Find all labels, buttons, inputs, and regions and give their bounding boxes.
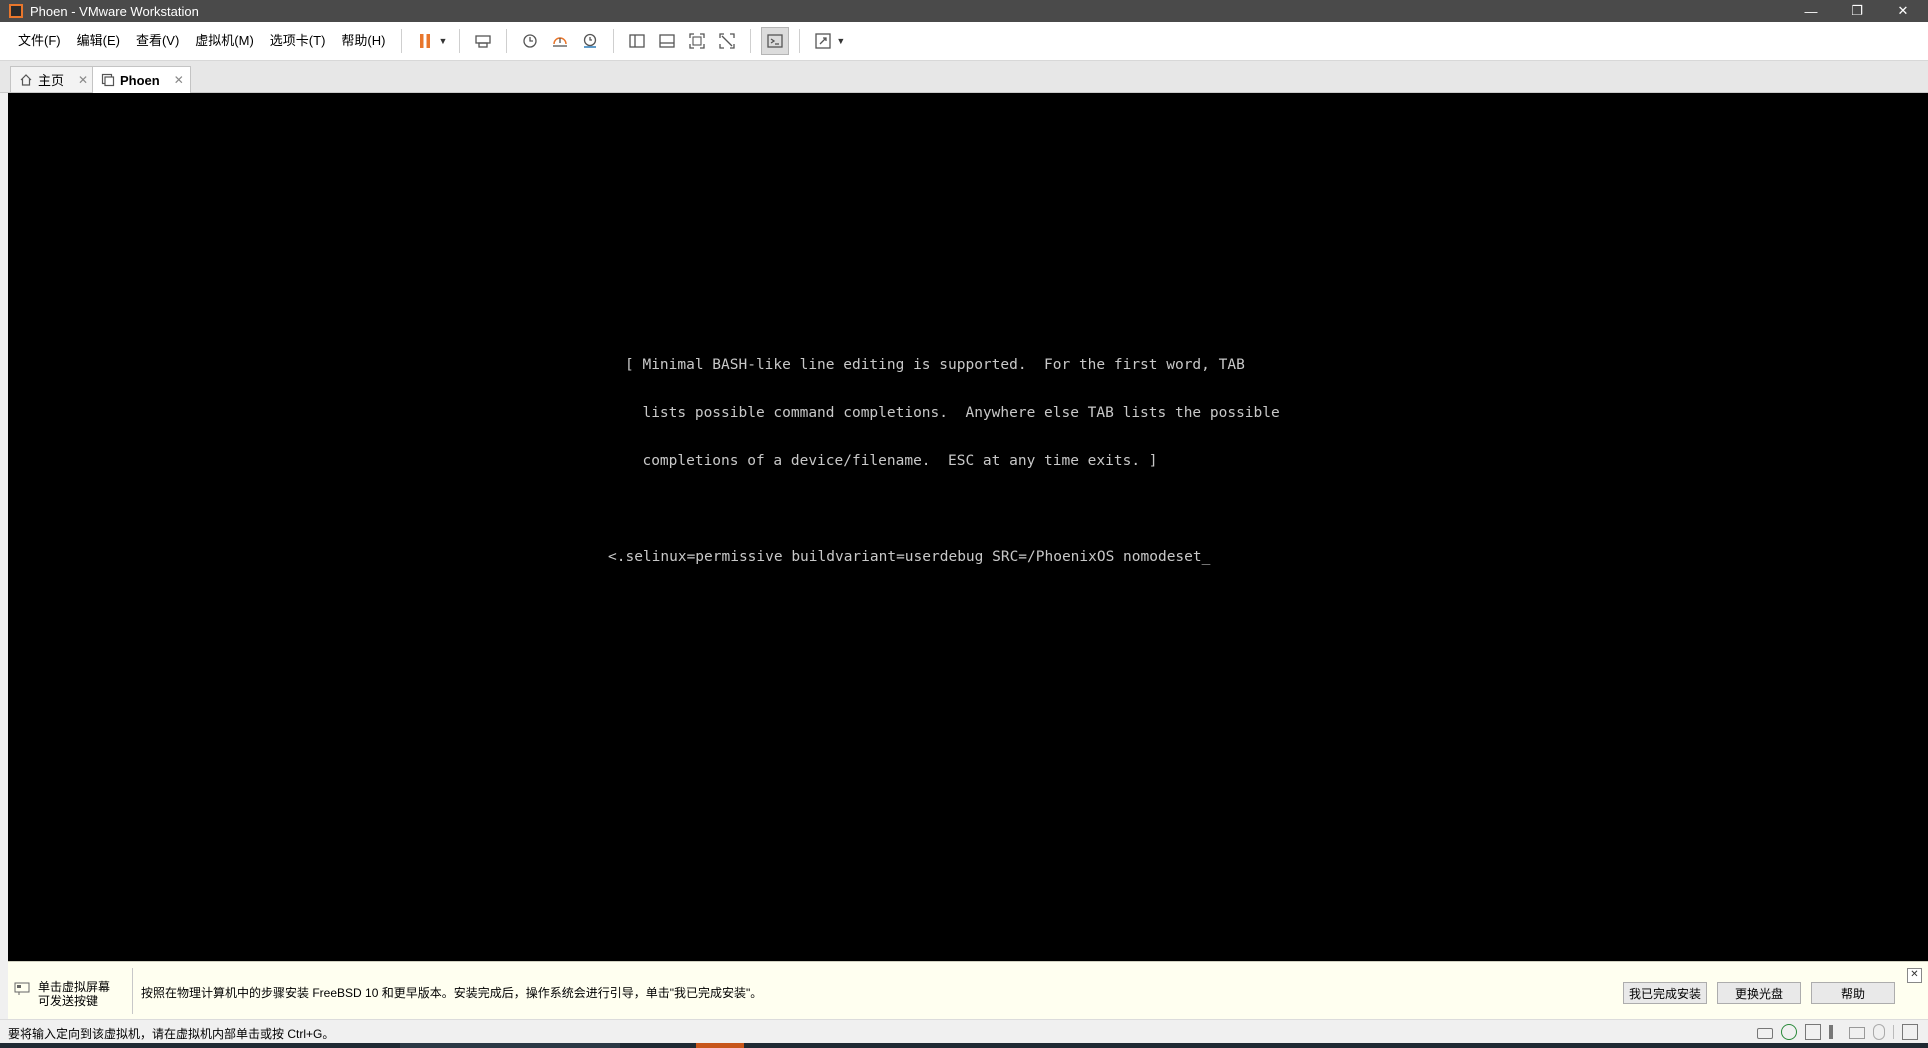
send-keys-icon	[475, 35, 492, 48]
hint-text-line1: 单击虚拟屏幕	[38, 980, 111, 994]
sound-icon[interactable]	[1829, 1025, 1841, 1039]
cd-dvd-icon[interactable]	[1781, 1024, 1797, 1040]
console-view-button[interactable]	[761, 27, 790, 55]
title-bar: Phoen - VMware Workstation — ❐ ✕	[0, 0, 1928, 22]
vmware-logo-icon	[9, 4, 23, 18]
taskbar-edge	[0, 1043, 1928, 1048]
menu-file[interactable]: 文件(F)	[10, 22, 69, 60]
usb-icon[interactable]	[1873, 1024, 1885, 1040]
message-log-icon[interactable]	[1902, 1024, 1918, 1040]
stretch-guest-button[interactable]	[810, 28, 836, 54]
toolbar-separator	[799, 29, 801, 53]
status-message: 要将输入定向到该虚拟机，请在虚拟机内部单击或按 Ctrl+G。	[8, 1027, 335, 1041]
menu-view[interactable]: 查看(V)	[128, 22, 187, 60]
tab-strip: 主页 ✕ Phoen ✕	[0, 61, 1928, 93]
toolbar-separator	[401, 29, 403, 53]
click-to-send-keys-hint[interactable]: 单击虚拟屏幕 可发送按键	[14, 980, 110, 1008]
status-bar: 要将输入定向到该虚拟机，请在虚拟机内部单击或按 Ctrl+G。	[0, 1019, 1928, 1044]
send-ctrl-alt-del-button[interactable]	[470, 28, 496, 54]
change-disc-button[interactable]: 更换光盘	[1717, 982, 1801, 1004]
menu-vm[interactable]: 虚拟机(M)	[187, 22, 262, 60]
toolbar-separator	[506, 29, 508, 53]
restore-button[interactable]: ❐	[1834, 0, 1880, 22]
console-command-line: <.selinux=permissive buildvariant=userde…	[608, 549, 1211, 565]
taskbar-item	[400, 1043, 620, 1048]
printer-icon[interactable]	[1849, 1027, 1865, 1039]
fullscreen-icon	[689, 33, 706, 49]
snapshot-icon	[523, 34, 538, 48]
vm-icon	[101, 73, 115, 87]
window-title: Phoen - VMware Workstation	[30, 3, 199, 19]
tab-home[interactable]: 主页 ✕	[10, 66, 96, 92]
menu-help[interactable]: 帮助(H)	[333, 22, 393, 60]
thumbnail-icon	[659, 34, 676, 48]
tab-label: 主页	[38, 73, 65, 88]
network-icon[interactable]	[1805, 1024, 1821, 1040]
hint-text-line2: 可发送按键	[38, 994, 99, 1008]
finished-install-button[interactable]: 我已完成安装	[1623, 982, 1707, 1004]
tab-phoen[interactable]: Phoen ✕	[92, 66, 191, 93]
grub-console: [ Minimal BASH-like line editing is supp…	[608, 325, 1280, 597]
hint-divider	[132, 968, 133, 1014]
help-button[interactable]: 帮助	[1811, 982, 1895, 1004]
unity-button[interactable]	[714, 28, 740, 54]
full-screen-button[interactable]	[684, 28, 710, 54]
keyboard-screen-icon	[14, 982, 30, 995]
taskbar-active-item	[696, 1043, 744, 1048]
snapshot-manager-icon	[584, 33, 597, 48]
install-instructions: 按照在物理计算机中的步骤安装 FreeBSD 10 和更早版本。安装完成后，操作…	[141, 986, 763, 1000]
console-line: [ Minimal BASH-like line editing is supp…	[625, 357, 1245, 373]
menu-edit[interactable]: 编辑(E)	[69, 22, 128, 60]
snapshot-manager-button[interactable]	[577, 28, 603, 54]
console-line: completions of a device/filename. ESC at…	[625, 453, 1158, 469]
sidebar-icon	[629, 34, 646, 48]
unity-icon	[719, 33, 736, 49]
show-thumbnail-button[interactable]	[654, 28, 680, 54]
hard-disk-icon[interactable]	[1757, 1027, 1773, 1039]
separator	[1893, 1025, 1894, 1039]
chevron-down-icon[interactable]: ▼	[836, 36, 845, 46]
close-tab-icon[interactable]: ✕	[78, 73, 88, 87]
revert-snapshot-button[interactable]	[547, 28, 573, 54]
toolbar-separator	[613, 29, 615, 53]
toolbar-separator	[459, 29, 461, 53]
pause-icon	[420, 34, 431, 48]
home-icon	[20, 73, 32, 86]
pause-button[interactable]	[412, 28, 438, 54]
close-button[interactable]: ✕	[1880, 0, 1926, 22]
toolbar-separator	[750, 29, 752, 53]
take-snapshot-button[interactable]	[517, 28, 543, 54]
vm-screen[interactable]: [ Minimal BASH-like line editing is supp…	[8, 93, 1928, 961]
menu-tabs[interactable]: 选项卡(T)	[262, 22, 334, 60]
close-tab-icon[interactable]: ✕	[174, 73, 184, 87]
console-view-icon	[767, 34, 784, 48]
device-icons	[1749, 1024, 1918, 1040]
menu-toolbar: 文件(F) 编辑(E) 查看(V) 虚拟机(M) 选项卡(T) 帮助(H) ▼ …	[0, 22, 1928, 61]
install-hint-bar: 单击虚拟屏幕 可发送按键 按照在物理计算机中的步骤安装 FreeBSD 10 和…	[8, 961, 1928, 1020]
show-library-button[interactable]	[624, 28, 650, 54]
console-line: lists possible command completions. Anyw…	[625, 405, 1280, 421]
revert-snapshot-icon	[553, 37, 568, 47]
chevron-down-icon[interactable]: ▼	[438, 36, 447, 46]
close-hint-icon[interactable]: ✕	[1907, 968, 1922, 983]
tab-label: Phoen	[120, 72, 160, 88]
stretch-icon	[815, 33, 832, 49]
minimize-button[interactable]: —	[1788, 0, 1834, 22]
